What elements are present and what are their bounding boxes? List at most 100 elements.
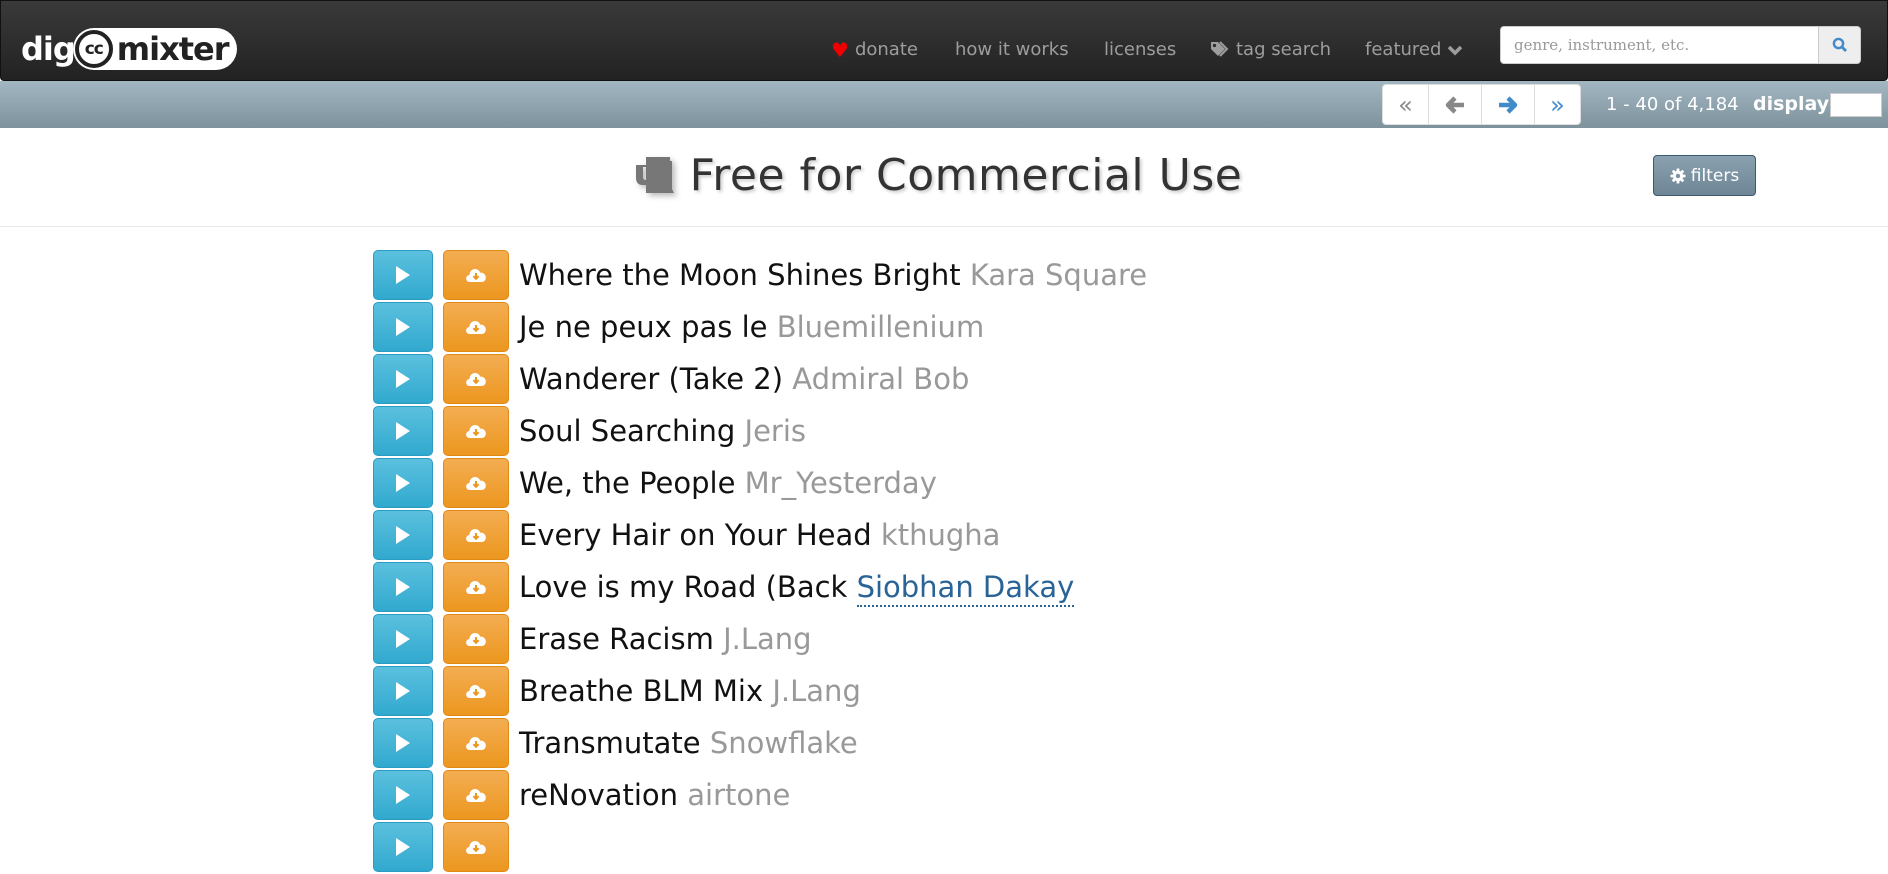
track-row: Love is my Road (Back Siobhan Dakay xyxy=(373,562,1075,614)
nav-donate[interactable]: ♥ donate xyxy=(831,37,918,63)
artist-link[interactable]: J.Lang xyxy=(772,674,861,708)
play-button[interactable] xyxy=(373,510,433,560)
download-button[interactable] xyxy=(443,718,509,768)
play-icon xyxy=(396,838,410,856)
nav-donate-label: donate xyxy=(854,39,918,60)
play-button[interactable] xyxy=(373,770,433,820)
download-button[interactable] xyxy=(443,406,509,456)
track-title-link[interactable]: Wanderer (Take 2) xyxy=(519,362,783,396)
page-header: Free for Commercial Use xyxy=(0,140,1888,210)
cloud-download-icon xyxy=(466,581,486,594)
cloud-download-icon xyxy=(466,737,486,750)
artist-link[interactable]: Siobhan Dakay xyxy=(856,570,1075,607)
track-title-link[interactable]: Every Hair on Your Head xyxy=(519,518,872,552)
play-button[interactable] xyxy=(373,250,433,300)
artist-link[interactable]: airtone xyxy=(687,778,790,812)
filters-button[interactable]: filters xyxy=(1653,155,1756,196)
beer-mug-icon xyxy=(635,157,674,193)
track-title-link[interactable]: Erase Racism xyxy=(519,622,714,656)
nav-how-it-works-label: how it works xyxy=(955,39,1069,60)
download-button[interactable] xyxy=(443,458,509,508)
track-title-link[interactable]: We, the People xyxy=(519,466,735,500)
track-title-link[interactable]: Je ne peux pas le xyxy=(519,310,767,344)
cloud-download-icon xyxy=(466,633,486,646)
play-button[interactable] xyxy=(373,302,433,352)
next-page-button[interactable] xyxy=(1482,85,1535,124)
search-button[interactable] xyxy=(1819,26,1861,64)
play-button[interactable] xyxy=(373,666,433,716)
artist-link[interactable]: Snowflake xyxy=(710,726,858,760)
track-title-link[interactable]: Transmutate xyxy=(519,726,701,760)
cloud-download-icon xyxy=(466,321,486,334)
track-text: Erase Racism J.Lang xyxy=(519,614,812,664)
track-row: We, the People Mr_Yesterday xyxy=(373,458,937,510)
first-page-button[interactable]: « xyxy=(1383,85,1429,124)
download-button[interactable] xyxy=(443,562,509,612)
track-text: Love is my Road (Back Siobhan Dakay xyxy=(519,562,1075,612)
artist-link[interactable]: Kara Square xyxy=(970,258,1147,292)
artist-link[interactable]: J.Lang xyxy=(723,622,812,656)
track-row: Je ne peux pas le Bluemillenium xyxy=(373,302,984,354)
heart-icon: ♥ xyxy=(831,38,849,62)
track-row: Breathe BLM Mix J.Lang xyxy=(373,666,861,718)
nav-tag-search[interactable]: tag search xyxy=(1210,37,1331,63)
track-title-link[interactable]: reNovation xyxy=(519,778,678,812)
nav-how-it-works[interactable]: how it works xyxy=(955,37,1069,63)
chevron-down-icon xyxy=(1448,45,1463,56)
artist-link[interactable]: Admiral Bob xyxy=(792,362,969,396)
play-icon xyxy=(396,630,410,648)
track-row: Erase Racism J.Lang xyxy=(373,614,812,666)
nav-featured-dropdown[interactable]: featured xyxy=(1365,37,1463,63)
pagination-bar: « » 1 - 40 of 4,184 display xyxy=(0,81,1888,128)
play-icon xyxy=(396,578,410,596)
last-page-button[interactable]: » xyxy=(1535,85,1580,124)
logo-dig: dig xyxy=(21,30,76,68)
play-button[interactable] xyxy=(373,406,433,456)
download-button[interactable] xyxy=(443,666,509,716)
track-title-link[interactable]: Breathe BLM Mix xyxy=(519,674,763,708)
play-button[interactable] xyxy=(373,718,433,768)
track-row: Transmutate Snowflake xyxy=(373,718,858,770)
gear-icon xyxy=(1670,168,1686,183)
display-count-input[interactable] xyxy=(1830,93,1882,117)
artist-link[interactable]: Jeris xyxy=(745,414,806,448)
cloud-download-icon xyxy=(466,373,486,386)
download-button[interactable] xyxy=(443,614,509,664)
search-icon xyxy=(1832,37,1847,52)
artist-link[interactable]: kthugha xyxy=(881,518,1000,552)
track-title-link[interactable]: Love is my Road (Back xyxy=(519,570,847,604)
nav-licenses[interactable]: licenses xyxy=(1104,37,1176,63)
cloud-download-icon xyxy=(466,477,486,490)
track-text: Transmutate Snowflake xyxy=(519,718,858,768)
play-icon xyxy=(396,318,410,336)
logo-pill: cc mixter xyxy=(72,28,237,70)
play-icon xyxy=(396,474,410,492)
cloud-download-icon xyxy=(466,685,486,698)
track-text: reNovation airtone xyxy=(519,770,790,820)
digccmixter-logo[interactable]: dig cc mixter xyxy=(21,28,237,70)
artist-link[interactable]: Bluemillenium xyxy=(777,310,985,344)
play-button[interactable] xyxy=(373,458,433,508)
prev-page-button[interactable] xyxy=(1429,85,1482,124)
track-title-link[interactable]: Where the Moon Shines Bright xyxy=(519,258,961,292)
download-button[interactable] xyxy=(443,250,509,300)
play-button[interactable] xyxy=(373,614,433,664)
download-button[interactable] xyxy=(443,822,509,872)
search-input[interactable] xyxy=(1500,26,1819,64)
logo-mixter: mixter xyxy=(116,30,230,68)
track-row: Soul Searching Jeris xyxy=(373,406,806,458)
track-title-link[interactable]: Soul Searching xyxy=(519,414,735,448)
play-icon xyxy=(396,682,410,700)
play-button[interactable] xyxy=(373,354,433,404)
download-button[interactable] xyxy=(443,302,509,352)
play-button[interactable] xyxy=(373,822,433,872)
play-icon xyxy=(396,526,410,544)
track-text: We, the People Mr_Yesterday xyxy=(519,458,937,508)
artist-link[interactable]: Mr_Yesterday xyxy=(745,466,937,500)
download-button[interactable] xyxy=(443,354,509,404)
download-button[interactable] xyxy=(443,510,509,560)
cloud-download-icon xyxy=(466,529,486,542)
play-button[interactable] xyxy=(373,562,433,612)
double-chevron-right-icon: » xyxy=(1550,90,1565,119)
download-button[interactable] xyxy=(443,770,509,820)
